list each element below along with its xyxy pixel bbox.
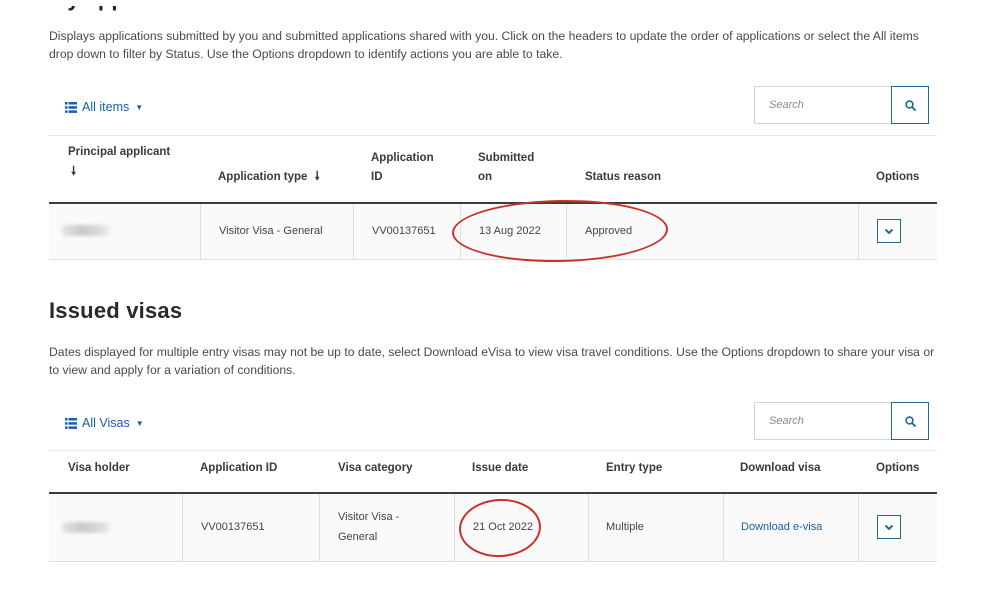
header-status-reason[interactable]: Status reason <box>585 168 661 187</box>
header-issue-date[interactable]: Issue date <box>472 459 528 478</box>
all-items-label: All items <box>82 100 130 114</box>
sort-down-arrow-icon: 🠗 <box>314 169 320 183</box>
header-id-line2: ID <box>371 171 383 183</box>
header-submitted-on[interactable]: Submitted on <box>478 149 534 187</box>
column-divider <box>353 204 354 260</box>
applications-table-top-line <box>49 135 937 136</box>
visa-category-line1: Visitor Visa - <box>338 511 400 523</box>
visa-options-button[interactable] <box>877 515 901 539</box>
entry-type-cell: Multiple <box>606 521 644 533</box>
column-divider <box>588 494 589 562</box>
application-id-cell: VV00137651 <box>372 225 436 237</box>
applications-search <box>754 86 929 124</box>
visas-search <box>754 402 929 440</box>
applications-description: Displays applications submitted by you a… <box>49 29 919 61</box>
applications-search-button[interactable] <box>891 86 929 124</box>
header-options: Options <box>876 171 920 183</box>
all-visas-dropdown[interactable]: All Visas ▼ <box>65 416 144 430</box>
download-evisa-link[interactable]: Download e-visa <box>741 521 822 533</box>
header-submitted-line2: on <box>478 171 493 183</box>
caret-down-icon: ▼ <box>135 418 144 428</box>
header-application-id[interactable]: Application ID <box>200 459 277 478</box>
header-options: Options <box>876 462 920 474</box>
column-divider <box>858 494 859 562</box>
redacted-applicant-name <box>62 225 110 236</box>
sort-down-arrow-icon: 🠗 <box>71 164 77 178</box>
visas-search-input[interactable] <box>754 402 891 440</box>
applications-heading-cut: My applications <box>49 6 214 12</box>
visa-category-line2: General <box>338 531 378 543</box>
header-download-visa: Download visa <box>740 462 821 474</box>
chevron-down-icon <box>884 228 894 234</box>
header-application-type[interactable]: Application type 🠗 <box>218 167 320 187</box>
visa-application-id-cell: VV00137651 <box>201 521 265 533</box>
all-items-dropdown[interactable]: All items ▼ <box>65 100 143 114</box>
list-icon <box>65 417 77 429</box>
all-visas-label: All Visas <box>82 416 130 430</box>
search-icon <box>904 99 916 111</box>
issued-visas-description: Dates displayed for multiple entry visas… <box>49 345 935 377</box>
application-type-cell: Visitor Visa - General <box>219 225 323 237</box>
header-submitted-line1: Submitted <box>478 152 535 164</box>
column-divider <box>182 494 183 562</box>
column-divider <box>454 494 455 562</box>
header-id-line1: Application <box>371 152 434 164</box>
header-entry-type[interactable]: Entry type <box>606 459 662 478</box>
header-visa-holder[interactable]: Visa holder <box>68 459 130 478</box>
chevron-down-icon <box>884 524 894 530</box>
header-principal-applicant[interactable]: Principal applicant 🠗 <box>68 143 170 182</box>
header-principal-label: Principal applicant <box>68 146 171 158</box>
visas-search-button[interactable] <box>891 402 929 440</box>
list-icon <box>65 101 77 113</box>
visas-table-top-line <box>49 450 937 451</box>
column-divider <box>723 494 724 562</box>
column-divider <box>319 494 320 562</box>
header-application-id[interactable]: Application ID <box>371 149 434 187</box>
column-divider <box>858 204 859 260</box>
header-visa-category[interactable]: Visa category <box>338 459 413 478</box>
caret-down-icon: ▼ <box>135 102 144 112</box>
column-divider <box>200 204 201 260</box>
header-type-label: Application type <box>218 171 308 183</box>
application-options-button[interactable] <box>877 219 901 243</box>
applications-search-input[interactable] <box>754 86 891 124</box>
visa-category-cell: Visitor Visa - General <box>338 507 399 547</box>
issued-visas-title: Issued visas <box>49 298 183 323</box>
redacted-visa-holder-name <box>62 522 110 533</box>
search-icon <box>904 415 916 427</box>
